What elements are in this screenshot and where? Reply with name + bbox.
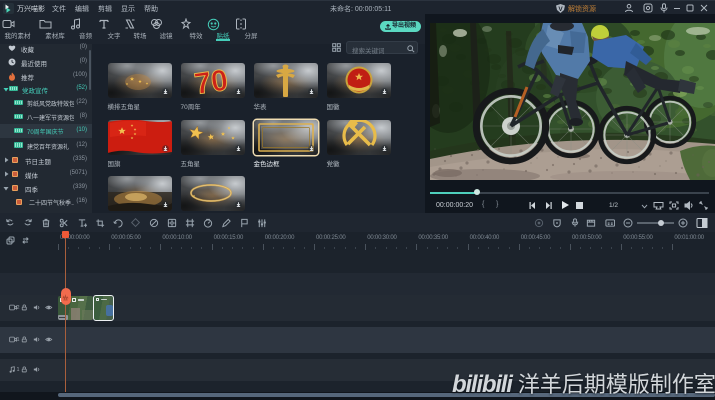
svg-text:V: V xyxy=(558,6,563,13)
svg-text:70: 70 xyxy=(192,63,230,98)
